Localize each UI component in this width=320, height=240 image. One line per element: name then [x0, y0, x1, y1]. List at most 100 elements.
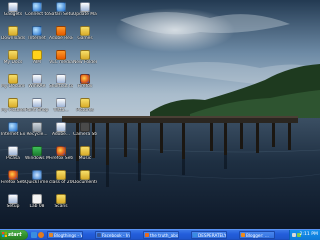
desktop-icon-label: Firefox Setup 3.0.7 [1, 180, 25, 185]
desktop-icon[interactable]: Gadgets [2, 2, 24, 17]
desktop-icon[interactable]: Paint Shop Pro [25, 98, 49, 113]
app-icon [8, 194, 18, 204]
volume-icon[interactable] [292, 233, 296, 237]
trash-icon [32, 122, 42, 132]
desktop-icon-label: WinRAR [28, 84, 46, 89]
desktop-icon[interactable]: Internet Explorer [1, 122, 25, 137]
desktop-icon[interactable]: Games [74, 26, 96, 41]
desktop-icon[interactable]: My Documents [1, 74, 25, 89]
desktop-icon[interactable]: Shortcut to... [49, 74, 73, 89]
desktop[interactable]: GadgetsConnect to...Safari SetupUpdate M… [0, 0, 320, 229]
desktop-icon[interactable]: My Pictures [1, 98, 25, 113]
window-icon [241, 233, 245, 237]
desktop-icon-label: Gadgets [3, 12, 23, 17]
desktop-icon-label: Firefox [77, 84, 93, 89]
desktop-icon[interactable]: Update Manager [73, 2, 97, 17]
desktop-icon-label: Paint Shop Pro [25, 108, 49, 113]
desktop-icon[interactable]: WinRAR [26, 74, 48, 89]
folder-icon [80, 170, 90, 180]
desktop-icon-label: VLC media [49, 60, 73, 65]
desktop-icon[interactable]: Safari Setup [49, 2, 73, 17]
app-icon [56, 74, 66, 84]
desktop-icon[interactable]: Documents [73, 170, 97, 185]
folder-icon [56, 170, 66, 180]
taskbar-window-button[interactable]: Facebook - Index [95, 231, 131, 239]
start-button[interactable]: start [0, 230, 28, 240]
desktop-icon[interactable]: Lab 08 [26, 194, 48, 209]
media-icon [32, 146, 42, 156]
taskbar-window-title: Facebook - Index [102, 233, 130, 238]
taskbar: start Blogthings - What Ge... Facebook - … [0, 229, 320, 240]
folder-icon [56, 194, 66, 204]
reader-icon [56, 26, 66, 36]
folder-icon [80, 98, 90, 108]
quicklaunch-ie-icon[interactable] [31, 232, 37, 238]
desktop-icon[interactable]: Vista... [50, 98, 72, 113]
desktop-icon-label: Lab 08 [29, 204, 45, 209]
desktop-icon[interactable]: Pictures [74, 98, 96, 113]
desktop-icon[interactable]: Windows Media Player [25, 146, 49, 161]
folder-icon [8, 98, 18, 108]
desktop-icon[interactable]: Camera Studio [73, 122, 97, 137]
quicklaunch-firefox-icon[interactable] [38, 232, 44, 238]
desktop-icon[interactable]: AIM [26, 50, 48, 65]
desktop-icon-label: My Docs [3, 60, 23, 65]
taskbar-window-button[interactable]: Blogger: ... [239, 231, 275, 239]
desktop-icon[interactable]: VLC media [49, 50, 73, 65]
desktop-icon[interactable]: Recycle... [26, 122, 48, 137]
desktop-icon[interactable]: Connect to... [25, 2, 49, 17]
firefox-icon [80, 74, 90, 84]
desktop-icon-label: Pictures [76, 108, 94, 113]
desktop-icon-label: Windows Media Player [25, 156, 49, 161]
folder-icon [80, 26, 90, 36]
app-icon [8, 146, 18, 156]
desktop-icon-label: Camera Studio [73, 132, 97, 137]
desktop-icon-label: Music [78, 156, 92, 161]
folder-icon [80, 146, 90, 156]
desktop-icon-label: Picasa [6, 156, 20, 161]
desktop-icon-label: QuickTime Player [25, 180, 49, 185]
desktop-icon[interactable]: QuickTime Player [25, 170, 49, 185]
desktop-icon-label: Setup [6, 204, 20, 209]
firefox-icon [8, 170, 18, 180]
desktop-icon-label: Games [77, 36, 93, 41]
taskbar-window-button[interactable]: Blogthings - What Ge... [47, 231, 83, 239]
connect-icon [32, 2, 42, 12]
desktop-icon-label: Safari Setup [49, 12, 73, 17]
desktop-icon-label: Update Manager [73, 12, 97, 17]
desktop-icon-label: Adobe... [51, 132, 71, 137]
desktop-icon-label: Firefox Setup 2.0 [49, 156, 73, 161]
desktop-icon-label: Shortcut to... [49, 84, 73, 89]
folder-icon [80, 50, 90, 60]
taskbar-window-button[interactable]: DESPERATELY SEEK... [191, 231, 227, 239]
desktop-icon[interactable]: Adobe... [50, 122, 72, 137]
desktop-icon[interactable]: New Folder [73, 50, 97, 65]
desktop-icon[interactable]: Adobe Reader [49, 26, 73, 41]
desktop-icon[interactable]: Scans [50, 194, 72, 209]
desktop-icon[interactable]: Setup [2, 194, 24, 209]
quicktime-icon [32, 170, 42, 180]
desktop-icon-label: class of 2006 slide [49, 180, 73, 185]
firefox-icon [56, 146, 66, 156]
taskbar-window-title: the truth_about blogthi... [150, 233, 179, 238]
desktop-icon-label: Adobe Reader [49, 36, 73, 41]
vlc-icon [56, 50, 66, 60]
desktop-icon[interactable]: Firefox [74, 74, 96, 89]
desktop-icon[interactable]: Downloads [1, 26, 25, 41]
app-icon [56, 98, 66, 108]
window-icon [193, 233, 197, 237]
start-label: start [8, 232, 22, 238]
desktop-icon[interactable]: Picasa [2, 146, 24, 161]
desktop-icon-label: Scans [54, 204, 68, 209]
update-icon [80, 2, 90, 12]
taskbar-window-button[interactable]: the truth_about blogthi... [143, 231, 179, 239]
camera-icon [80, 122, 90, 132]
desktop-icon-label: Documents [73, 180, 97, 185]
desktop-icon[interactable]: Music [74, 146, 96, 161]
desktop-icon[interactable]: My Docs [2, 50, 24, 65]
taskbar-window-title: Blogthings - What Ge... [54, 233, 82, 238]
desktop-icon[interactable]: Internet [26, 26, 48, 41]
desktop-icon[interactable]: Firefox Setup 2.0 [49, 146, 73, 161]
desktop-icon[interactable]: class of 2006 slide [49, 170, 73, 185]
desktop-icon[interactable]: Firefox Setup 3.0.7 [1, 170, 25, 185]
